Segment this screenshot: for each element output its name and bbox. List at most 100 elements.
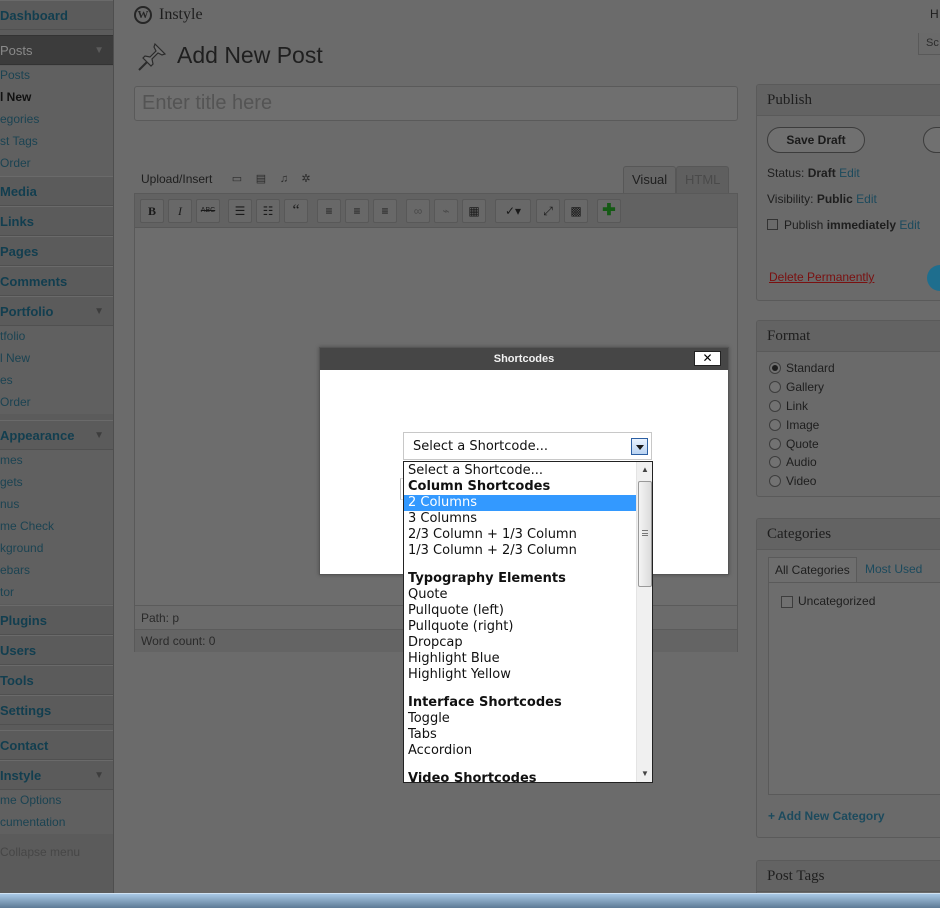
radio-button[interactable]: [769, 419, 781, 431]
format-box-title[interactable]: Format: [757, 321, 940, 352]
post-title-input[interactable]: Enter title here: [134, 86, 738, 121]
menu-appearance[interactable]: Appearance ▼: [0, 420, 113, 450]
blockquote-button[interactable]: “: [284, 199, 308, 223]
menu-posts[interactable]: Posts ▼: [0, 35, 113, 65]
post-tags-box-title[interactable]: Post Tags: [757, 861, 940, 892]
submenu-theme-options[interactable]: me Options: [0, 789, 113, 811]
submenu-sidebars[interactable]: ebars: [0, 559, 113, 581]
dropdown-option[interactable]: Pullquote (right): [404, 619, 636, 635]
menu-links[interactable]: Links: [0, 206, 113, 236]
menu-users[interactable]: Users: [0, 635, 113, 665]
submenu-add-new[interactable]: l New: [0, 86, 113, 108]
submenu-documentation[interactable]: cumentation: [0, 811, 113, 833]
menu-comments[interactable]: Comments: [0, 266, 113, 296]
publish-box-title[interactable]: Publish: [757, 85, 940, 116]
insert-link-icon[interactable]: ∞: [406, 199, 430, 223]
submenu-post-tags[interactable]: st Tags: [0, 130, 113, 152]
submenu-editor[interactable]: tor: [0, 581, 113, 603]
submenu-categories[interactable]: egories: [0, 108, 113, 130]
dropdown-option[interactable]: 3 Columns: [404, 511, 636, 527]
tab-html[interactable]: HTML: [676, 166, 730, 193]
radio-button[interactable]: [769, 362, 781, 374]
dropdown-option[interactable]: 2 Columns: [404, 495, 636, 511]
kitchen-sink-icon[interactable]: ▩: [564, 199, 588, 223]
format-option-image[interactable]: Image: [769, 418, 819, 432]
dropdown-scrollbar[interactable]: ▲ ▼: [636, 462, 652, 782]
submenu-widgets[interactable]: gets: [0, 471, 113, 493]
format-option-link[interactable]: Link: [769, 399, 808, 413]
menu-toggle-icon[interactable]: ▼: [94, 421, 104, 449]
submenu-background[interactable]: kground: [0, 537, 113, 559]
add-image-icon[interactable]: ▭: [230, 172, 244, 186]
menu-settings[interactable]: Settings: [0, 695, 113, 725]
submenu-all-posts[interactable]: Posts: [0, 64, 113, 86]
insert-more-icon[interactable]: ▦: [462, 199, 486, 223]
dropdown-option[interactable]: Select a Shortcode...: [404, 463, 636, 479]
edit-visibility-link[interactable]: Edit: [856, 192, 877, 206]
site-name[interactable]: Instyle: [159, 5, 203, 25]
menu-toggle-icon[interactable]: ▼: [94, 761, 104, 789]
radio-button[interactable]: [769, 400, 781, 412]
menu-portfolio[interactable]: Portfolio ▼: [0, 296, 113, 326]
format-option-quote[interactable]: Quote: [769, 437, 819, 451]
screen-options-tab[interactable]: Sc: [918, 33, 940, 55]
scroll-up-icon[interactable]: ▲: [637, 462, 652, 478]
fullscreen-icon[interactable]: ⤢: [536, 199, 560, 223]
publish-button[interactable]: [927, 265, 940, 291]
format-option-audio[interactable]: Audio: [769, 455, 817, 469]
add-video-icon[interactable]: ▤: [254, 172, 268, 186]
dropdown-option[interactable]: Highlight Blue: [404, 651, 636, 667]
menu-dashboard[interactable]: Dashboard: [0, 0, 113, 30]
edit-status-link[interactable]: Edit: [839, 166, 860, 180]
delete-permanently-link[interactable]: Delete Permanently: [769, 270, 874, 284]
categories-box-title[interactable]: Categories: [757, 519, 940, 550]
format-option-standard[interactable]: Standard: [769, 361, 835, 375]
radio-button[interactable]: [769, 456, 781, 468]
format-option-video[interactable]: Video: [769, 474, 816, 488]
category-checkbox[interactable]: [781, 596, 793, 608]
menu-contact[interactable]: Contact: [0, 730, 113, 760]
menu-toggle-icon[interactable]: ▼: [94, 297, 104, 325]
preview-button[interactable]: [923, 127, 940, 153]
submenu-order[interactable]: Order: [0, 152, 113, 174]
menu-toggle-icon[interactable]: ▼: [94, 36, 104, 64]
add-new-category-link[interactable]: + Add New Category: [768, 809, 885, 823]
scrollbar-thumb[interactable]: [638, 481, 652, 587]
dropdown-option[interactable]: Toggle: [404, 711, 636, 727]
dropdown-option[interactable]: 2/3 Column + 1/3 Column: [404, 527, 636, 543]
collapse-menu-link[interactable]: Collapse menu: [0, 842, 113, 862]
align-right-icon[interactable]: ≡: [373, 199, 397, 223]
align-center-icon[interactable]: ≡: [345, 199, 369, 223]
edit-schedule-link[interactable]: Edit: [899, 218, 920, 232]
submenu-portfolio-types[interactable]: es: [0, 369, 113, 391]
tab-most-used[interactable]: Most Used: [865, 557, 922, 582]
scroll-down-icon[interactable]: ▼: [637, 766, 652, 782]
dropdown-option[interactable]: Pullquote (left): [404, 603, 636, 619]
submenu-menus[interactable]: nus: [0, 493, 113, 515]
numbered-list-icon[interactable]: ☷: [256, 199, 280, 223]
save-draft-button[interactable]: Save Draft: [767, 127, 865, 153]
category-label[interactable]: Uncategorized: [798, 594, 875, 608]
shortcode-select[interactable]: Select a Shortcode...: [403, 432, 652, 460]
unlink-icon[interactable]: ⌁: [434, 199, 458, 223]
dropdown-option[interactable]: Tabs: [404, 727, 636, 743]
dropdown-option[interactable]: Dropcap: [404, 635, 636, 651]
radio-button[interactable]: [769, 475, 781, 487]
menu-plugins[interactable]: Plugins: [0, 605, 113, 635]
radio-button[interactable]: [769, 438, 781, 450]
submenu-portfolio-add[interactable]: l New: [0, 347, 113, 369]
submenu-portfolio-order[interactable]: Order: [0, 391, 113, 413]
howdy-user-menu[interactable]: H: [930, 7, 939, 21]
dropdown-option[interactable]: 1/3 Column + 2/3 Column: [404, 543, 636, 559]
dropdown-option[interactable]: Highlight Yellow: [404, 667, 636, 683]
submenu-themes[interactable]: mes: [0, 449, 113, 471]
tab-visual[interactable]: Visual: [623, 166, 677, 193]
italic-button[interactable]: I: [168, 199, 192, 223]
menu-media[interactable]: Media: [0, 176, 113, 206]
dropdown-option[interactable]: Accordion: [404, 743, 636, 759]
menu-tools[interactable]: Tools: [0, 665, 113, 695]
add-media-icon[interactable]: ✲: [299, 172, 313, 186]
bold-button[interactable]: B: [140, 199, 164, 223]
menu-instyle[interactable]: Instyle ▼: [0, 760, 113, 790]
bullet-list-icon[interactable]: ☰: [228, 199, 252, 223]
